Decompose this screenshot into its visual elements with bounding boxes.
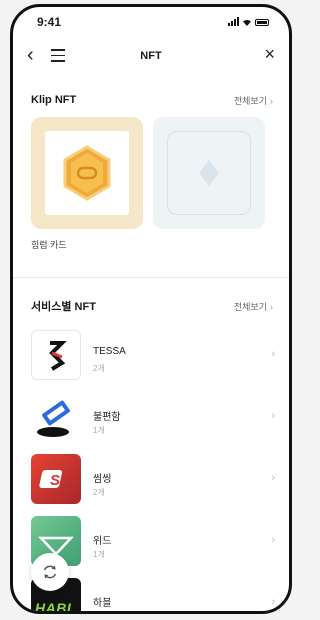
ticket-logo-icon	[31, 392, 81, 442]
status-bar: 9:41	[13, 7, 289, 35]
battery-icon	[255, 19, 269, 26]
service-count: 2개	[93, 364, 105, 373]
habl-logo-text: HABL	[35, 600, 76, 614]
service-nft-header: 서비스별 NFT 전체보기 ›	[31, 297, 273, 315]
service-name: 하블	[93, 598, 112, 609]
klip-nft-title: Klip NFT	[31, 94, 77, 106]
svg-text:S: S	[50, 472, 60, 489]
chevron-right-icon: ›	[271, 472, 275, 484]
service-name: 씸씽	[93, 474, 112, 485]
see-all-label: 전체보기	[233, 302, 267, 312]
klip-nft-cards	[31, 117, 265, 229]
chevron-right-icon: ›	[270, 302, 273, 312]
service-name: TESSA	[93, 346, 126, 357]
klip-nft-header: Klip NFT 전체보기 ›	[31, 91, 273, 109]
nft-card-gold[interactable]	[31, 117, 143, 229]
page-title: NFT	[140, 50, 162, 62]
section-divider	[13, 277, 289, 278]
chevron-right-icon: ›	[271, 596, 275, 608]
service-name: 위드	[93, 536, 112, 547]
service-nft-title: 서비스별 NFT	[31, 301, 96, 313]
chevron-right-icon: ›	[271, 534, 275, 546]
service-count: 2개	[93, 488, 105, 497]
see-all-label: 전체보기	[233, 96, 267, 106]
diamond-icon	[199, 160, 219, 186]
nft-card-placeholder[interactable]	[153, 117, 265, 229]
list-item[interactable]: TESSA 2개 ›	[31, 330, 275, 392]
service-name: 불편함	[93, 412, 121, 423]
gold-hexagon-badge-icon	[63, 145, 111, 201]
s-logo-icon: S	[31, 454, 81, 504]
status-icons	[228, 17, 269, 26]
service-see-all-link[interactable]: 전체보기 ›	[234, 297, 273, 315]
tessa-logo-icon	[31, 330, 81, 380]
nft-card-label: 힘럼 카드	[31, 240, 67, 250]
close-icon[interactable]: ×	[264, 45, 275, 63]
chevron-right-icon: ›	[271, 410, 275, 422]
chevron-right-icon: ›	[271, 348, 275, 360]
klip-see-all-link[interactable]: 전체보기 ›	[234, 91, 273, 109]
list-item[interactable]: 불편함 1개 ›	[31, 392, 275, 454]
refresh-button[interactable]	[31, 553, 69, 591]
signal-icon	[228, 17, 239, 26]
nft-card-image	[45, 131, 129, 215]
service-count: 1개	[93, 550, 105, 559]
wifi-icon	[243, 19, 251, 26]
service-count: 1개	[93, 426, 105, 435]
status-time: 9:41	[37, 15, 62, 29]
nft-card-placeholder-frame	[167, 131, 251, 215]
list-item[interactable]: HABL 하블 2개 ›	[31, 578, 275, 614]
refresh-icon	[43, 565, 57, 579]
nav-bar: ‹ NFT ×	[13, 39, 289, 75]
phone-frame: 9:41 ‹ NFT × Klip NFT 전체보기 › 힘럼 카드 서비스별 …	[10, 4, 292, 614]
list-item[interactable]: S 씸씽 2개 ›	[31, 454, 275, 516]
chevron-right-icon: ›	[270, 96, 273, 106]
service-count: 2개	[93, 611, 105, 614]
